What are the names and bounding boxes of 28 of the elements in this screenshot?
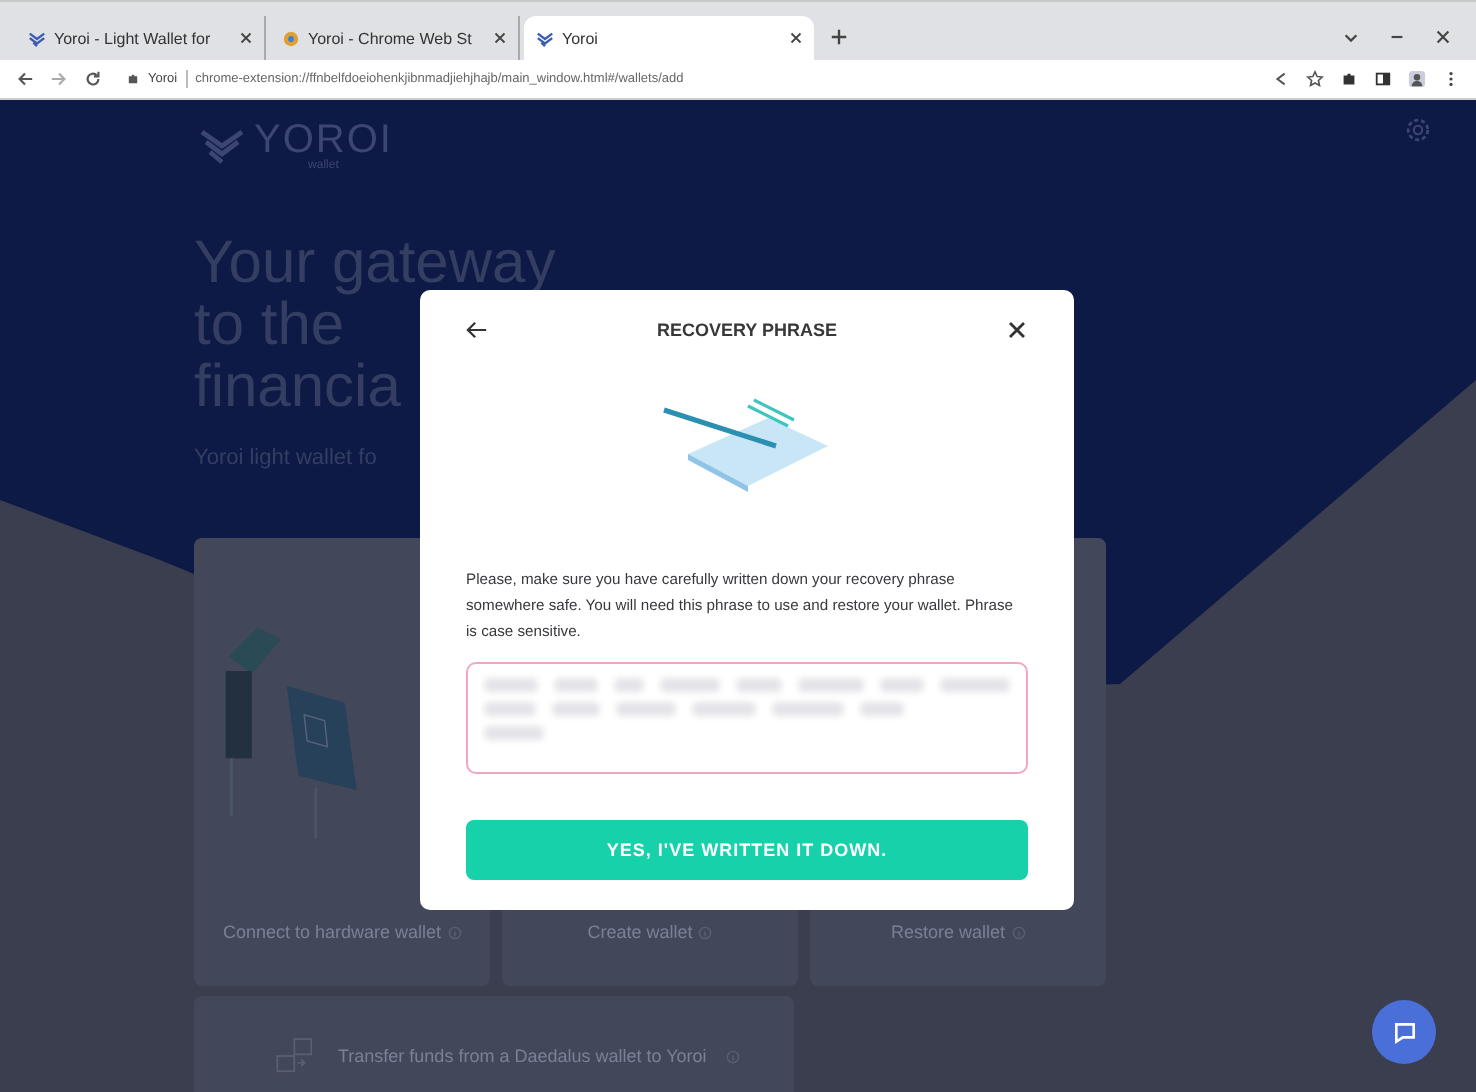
- back-arrow-icon[interactable]: [466, 320, 488, 340]
- sidebar-icon[interactable]: [1374, 70, 1392, 88]
- tab-title: Yoroi - Chrome Web St: [308, 29, 474, 47]
- browser-tab[interactable]: Yoroi: [524, 16, 814, 60]
- profile-icon[interactable]: [1408, 70, 1426, 88]
- reload-icon[interactable]: [84, 70, 102, 88]
- tab-title: Yoroi: [562, 29, 600, 47]
- close-tab-icon[interactable]: [790, 32, 802, 44]
- store-icon: [282, 29, 300, 47]
- chat-icon: [1391, 1019, 1417, 1045]
- close-icon[interactable]: [1434, 28, 1452, 46]
- logo-icon: [28, 29, 46, 47]
- close-tab-icon[interactable]: [240, 32, 252, 44]
- card-label: Restore wallet: [890, 922, 1006, 942]
- close-icon[interactable]: [1006, 320, 1028, 340]
- new-tab-icon[interactable]: [830, 28, 848, 46]
- back-icon[interactable]: [16, 70, 34, 88]
- tab-title: Yoroi - Light Wallet for: [54, 29, 213, 47]
- card-label: Create wallet: [587, 922, 693, 942]
- close-tab-icon[interactable]: [494, 32, 506, 44]
- card-label: Connect to hardware wallet: [222, 922, 442, 942]
- logo-icon: [536, 29, 554, 47]
- wallets-icon: [274, 1034, 318, 1078]
- logo-icon: [198, 126, 246, 166]
- star-icon[interactable]: [1306, 70, 1324, 88]
- share-icon[interactable]: [1272, 70, 1290, 88]
- transfer-label: Transfer funds from a Daedalus wallet to Yoroi: [338, 1046, 707, 1066]
- dialog-title: RECOVERY PHRASE: [656, 320, 838, 340]
